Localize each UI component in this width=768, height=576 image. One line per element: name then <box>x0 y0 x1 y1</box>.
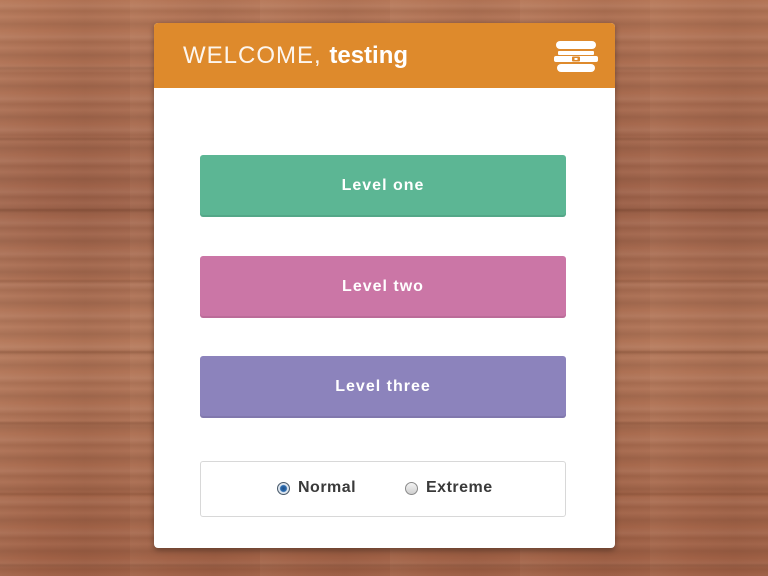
level-three-button[interactable]: Level three <box>200 356 566 418</box>
normal-radio[interactable] <box>277 481 290 495</box>
extreme-radio[interactable] <box>405 481 418 495</box>
normal-label: Normal <box>298 479 357 496</box>
level-one-button[interactable]: Level one <box>200 155 566 217</box>
extreme-option[interactable]: Extreme <box>405 476 493 500</box>
welcome-heading: WELCOME, testing <box>183 42 408 70</box>
level-two-button[interactable]: Level two <box>200 256 566 318</box>
welcome-label: WELCOME, <box>183 42 322 69</box>
extreme-label: Extreme <box>426 479 493 496</box>
hamburger-logo-icon[interactable] <box>553 40 599 74</box>
username: testing <box>329 42 409 69</box>
difficulty-selector: Normal Extreme <box>200 461 566 517</box>
welcome-card: WELCOME, testing Level one Level two Lev… <box>154 23 615 548</box>
card-header: WELCOME, testing <box>154 23 615 88</box>
normal-option[interactable]: Normal <box>277 476 356 500</box>
